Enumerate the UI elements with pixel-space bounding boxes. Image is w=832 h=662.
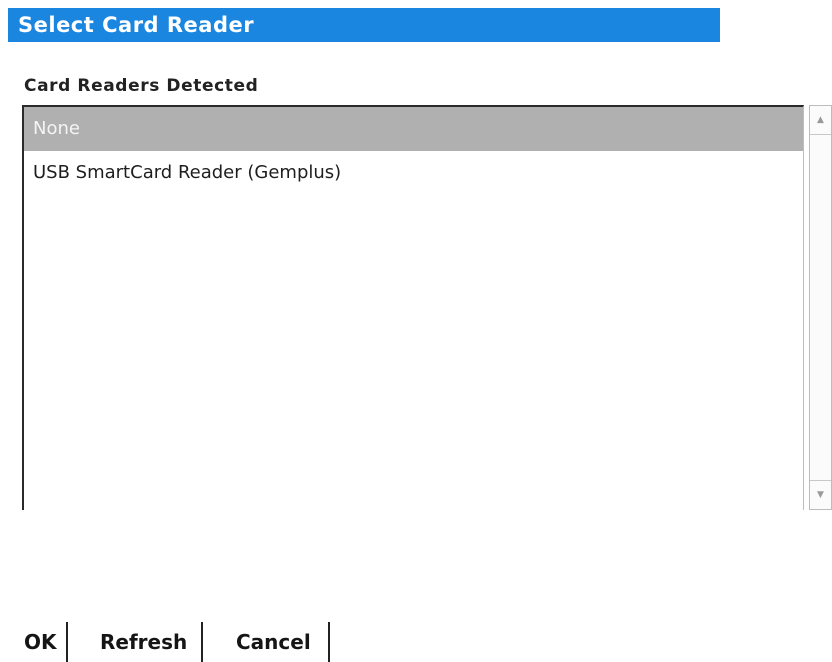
dialog-title: Select Card Reader <box>18 13 255 37</box>
cancel-button[interactable]: Cancel <box>236 622 330 662</box>
card-readers-label: Card Readers Detected <box>24 76 259 96</box>
list-item-usb-smartcard-reader[interactable]: USB SmartCard Reader (Gemplus) <box>24 151 803 195</box>
card-reader-list[interactable]: None USB SmartCard Reader (Gemplus) <box>22 105 804 510</box>
refresh-button[interactable]: Refresh <box>100 622 203 662</box>
dialog-title-bar: Select Card Reader <box>8 8 720 42</box>
list-item-none[interactable]: None <box>24 107 803 151</box>
scroll-down-arrow-icon[interactable]: ▼ <box>810 480 831 509</box>
scroll-up-arrow-icon[interactable]: ▲ <box>810 106 831 135</box>
ok-button[interactable]: OK <box>24 622 68 662</box>
list-scrollbar[interactable]: ▲ ▼ <box>809 105 832 510</box>
